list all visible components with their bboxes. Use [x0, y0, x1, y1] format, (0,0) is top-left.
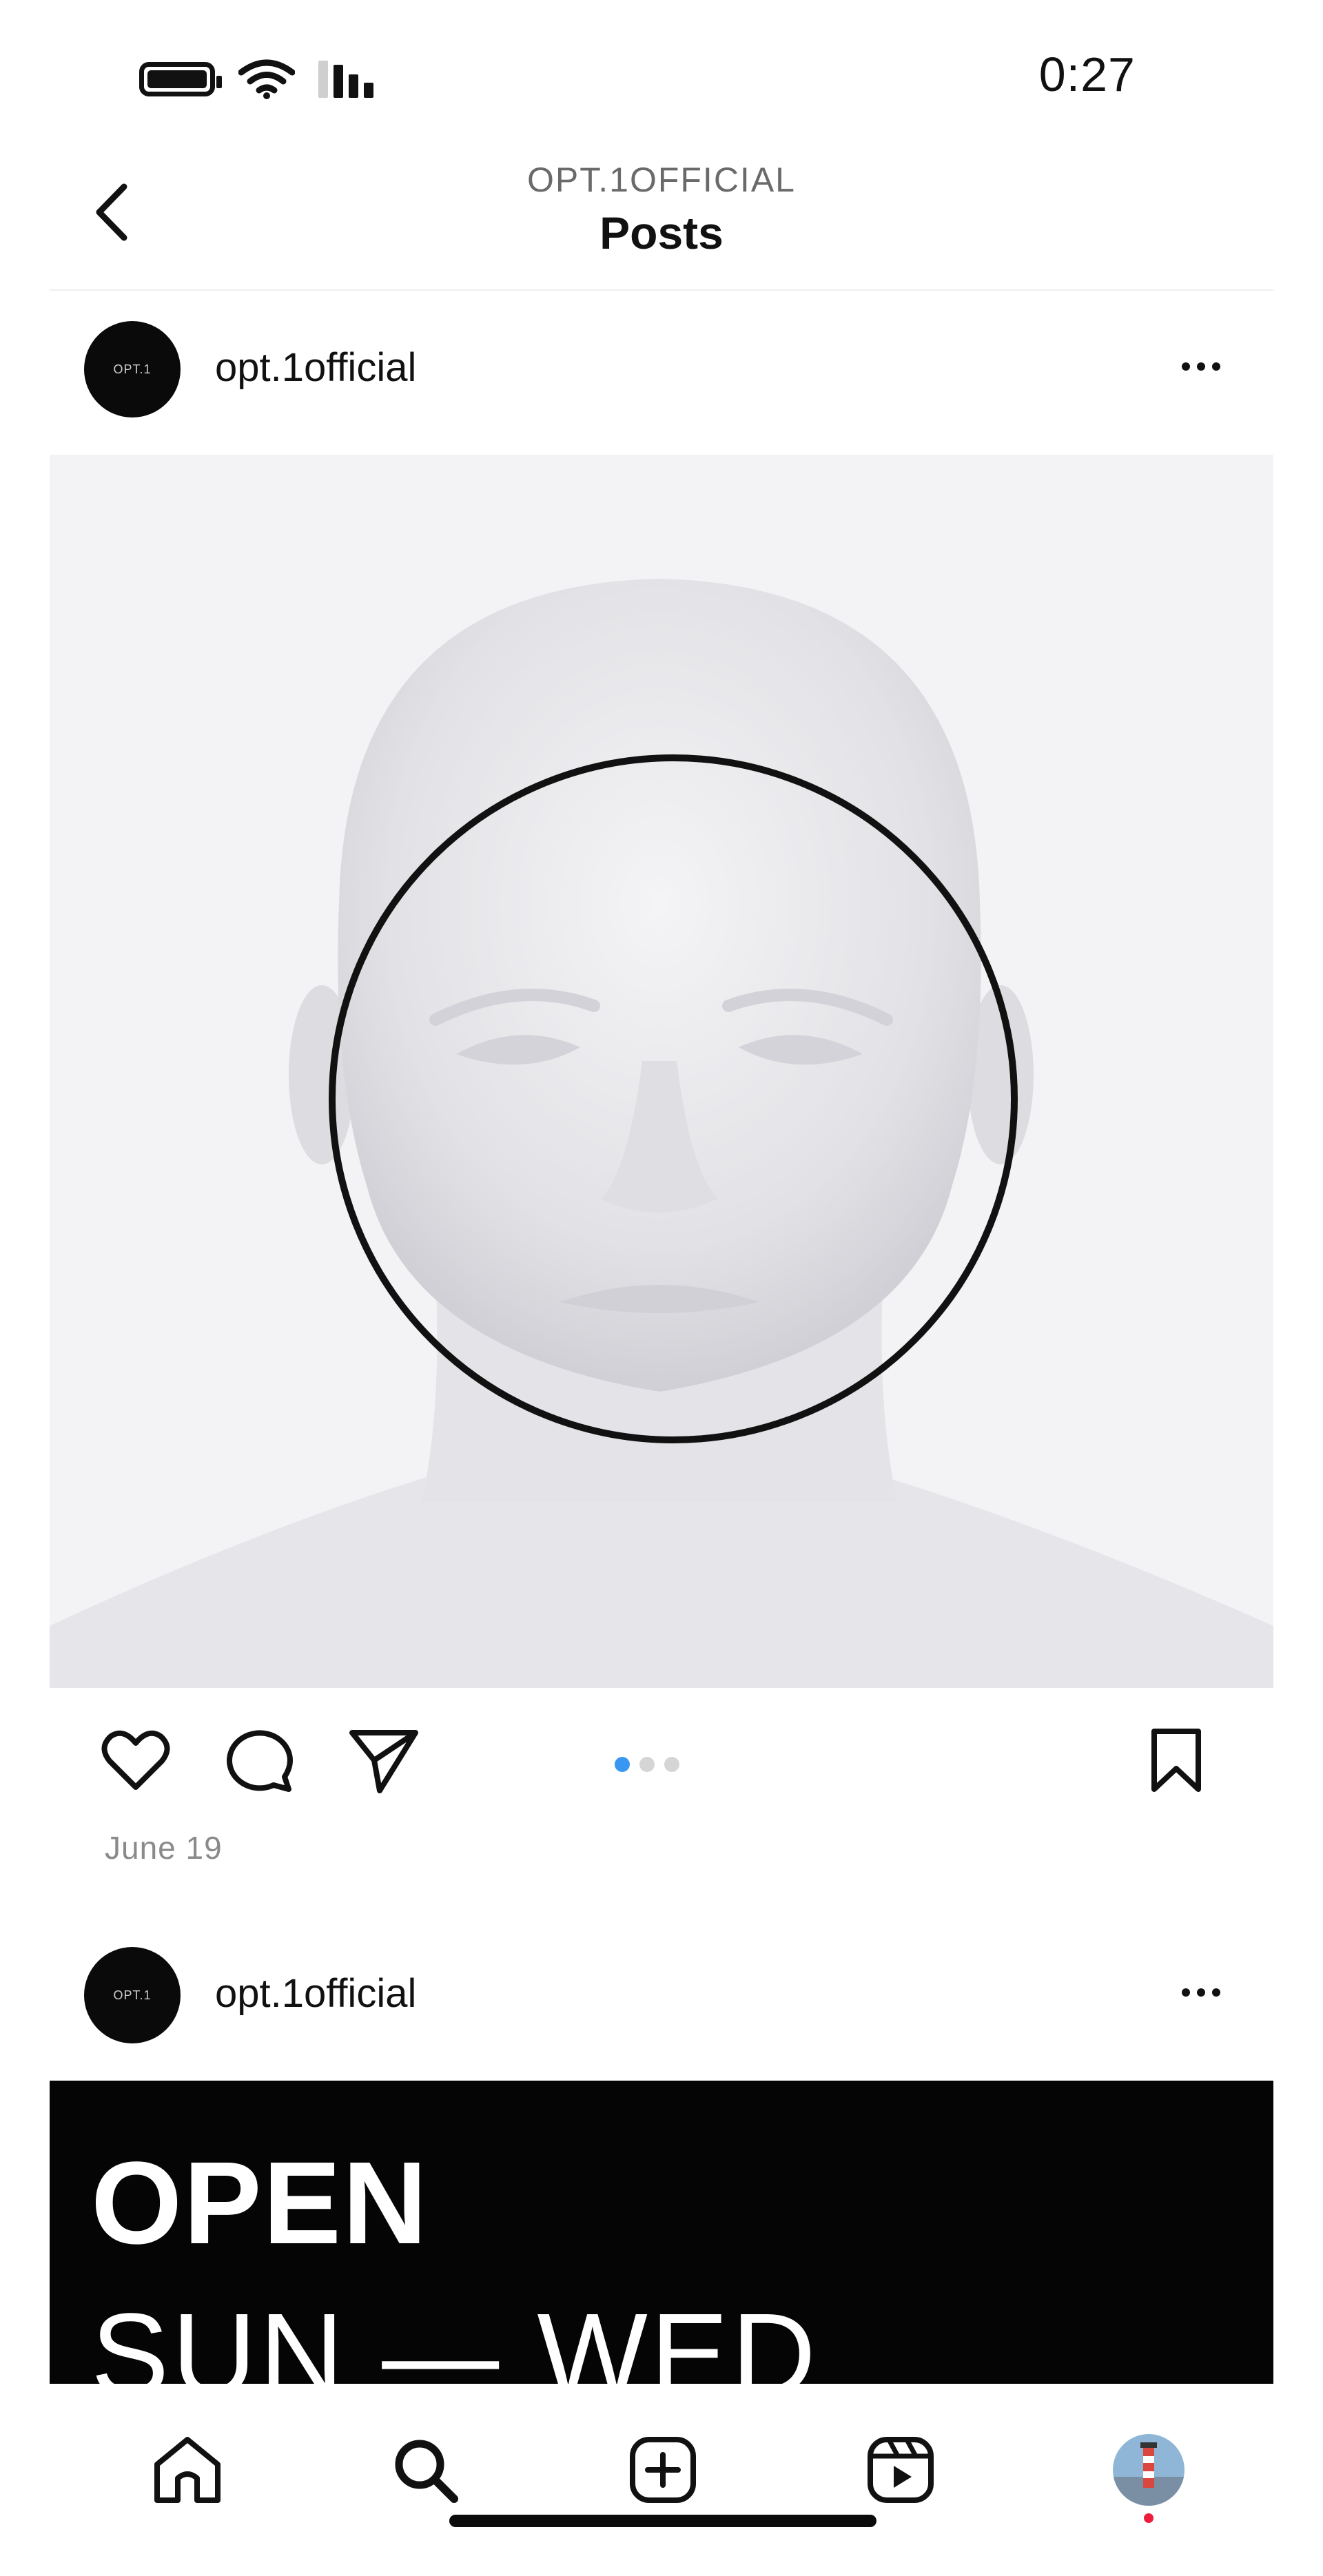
post-header: OPT.1 opt.1official	[50, 1929, 1273, 2060]
like-button[interactable]	[98, 1722, 174, 1798]
clock: 0:27	[1038, 48, 1136, 101]
account-handle: OPT.1OFFICIAL	[527, 161, 796, 199]
instagram-screen: 0:27 OPT.1OFFICIAL Posts OPT.1 opt.1offi…	[50, 0, 1273, 2576]
comment-button[interactable]	[222, 1722, 298, 1798]
carousel-indicator	[615, 1757, 679, 1772]
post-date: June 19	[105, 1830, 223, 1866]
status-bar: 0:27	[50, 28, 1273, 117]
wifi-icon	[238, 59, 295, 99]
page-title: Posts	[599, 207, 724, 258]
home-indicator	[449, 2515, 876, 2527]
post-image-banner[interactable]: OPEN SUN — WED	[50, 2081, 1273, 2384]
avatar[interactable]: OPT.1	[84, 321, 181, 418]
search-icon	[395, 2440, 458, 2503]
reels-icon	[868, 2437, 934, 2503]
more-options-icon	[1182, 362, 1220, 371]
avatar[interactable]: OPT.1	[84, 1947, 181, 2043]
heart-icon	[101, 1730, 170, 1790]
carousel-dot	[664, 1757, 679, 1772]
banner-headline: OPEN	[91, 2138, 429, 2269]
post-username[interactable]: opt.1official	[215, 344, 416, 391]
save-button[interactable]	[1138, 1722, 1214, 1798]
status-icons	[139, 55, 373, 103]
share-icon	[349, 1730, 418, 1793]
more-options-button[interactable]	[1170, 346, 1232, 387]
comment-icon	[227, 1730, 293, 1792]
battery-icon	[139, 62, 222, 96]
post-image[interactable]	[50, 455, 1273, 1688]
tab-new-post[interactable]	[618, 2425, 708, 2515]
carousel-dot	[639, 1757, 655, 1772]
more-options-icon	[1182, 1988, 1220, 1997]
carousel-dot-active	[615, 1757, 630, 1772]
tab-home[interactable]	[143, 2425, 232, 2515]
new-post-icon	[630, 2437, 696, 2503]
profile-avatar	[1113, 2434, 1184, 2506]
share-button[interactable]	[346, 1722, 422, 1798]
home-icon	[154, 2437, 220, 2503]
post-username[interactable]: opt.1official	[215, 1970, 416, 2017]
notification-dot	[1144, 2513, 1153, 2523]
banner-subline: SUN — WED	[91, 2289, 819, 2384]
post-actions	[50, 1702, 1273, 1812]
signal-icon	[318, 61, 373, 98]
post-header: OPT.1 opt.1official	[50, 303, 1273, 434]
tab-search[interactable]	[380, 2425, 470, 2515]
tab-profile[interactable]	[1104, 2425, 1193, 2515]
page-header: OPT.1OFFICIAL Posts	[50, 138, 1273, 291]
bottom-tab-bar	[50, 2384, 1273, 2576]
tab-reels[interactable]	[856, 2425, 945, 2515]
mannequin-head-image	[50, 455, 1273, 1688]
bookmark-icon	[1151, 1729, 1201, 1792]
more-options-button[interactable]	[1170, 1972, 1232, 2013]
